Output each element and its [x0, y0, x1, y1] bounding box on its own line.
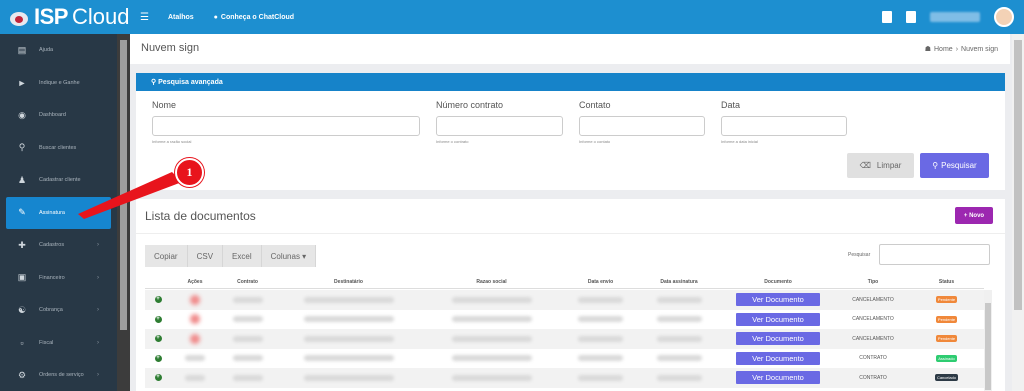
annotation-step-badge: 1 — [175, 158, 204, 187]
annotation-arrow — [78, 172, 182, 219]
